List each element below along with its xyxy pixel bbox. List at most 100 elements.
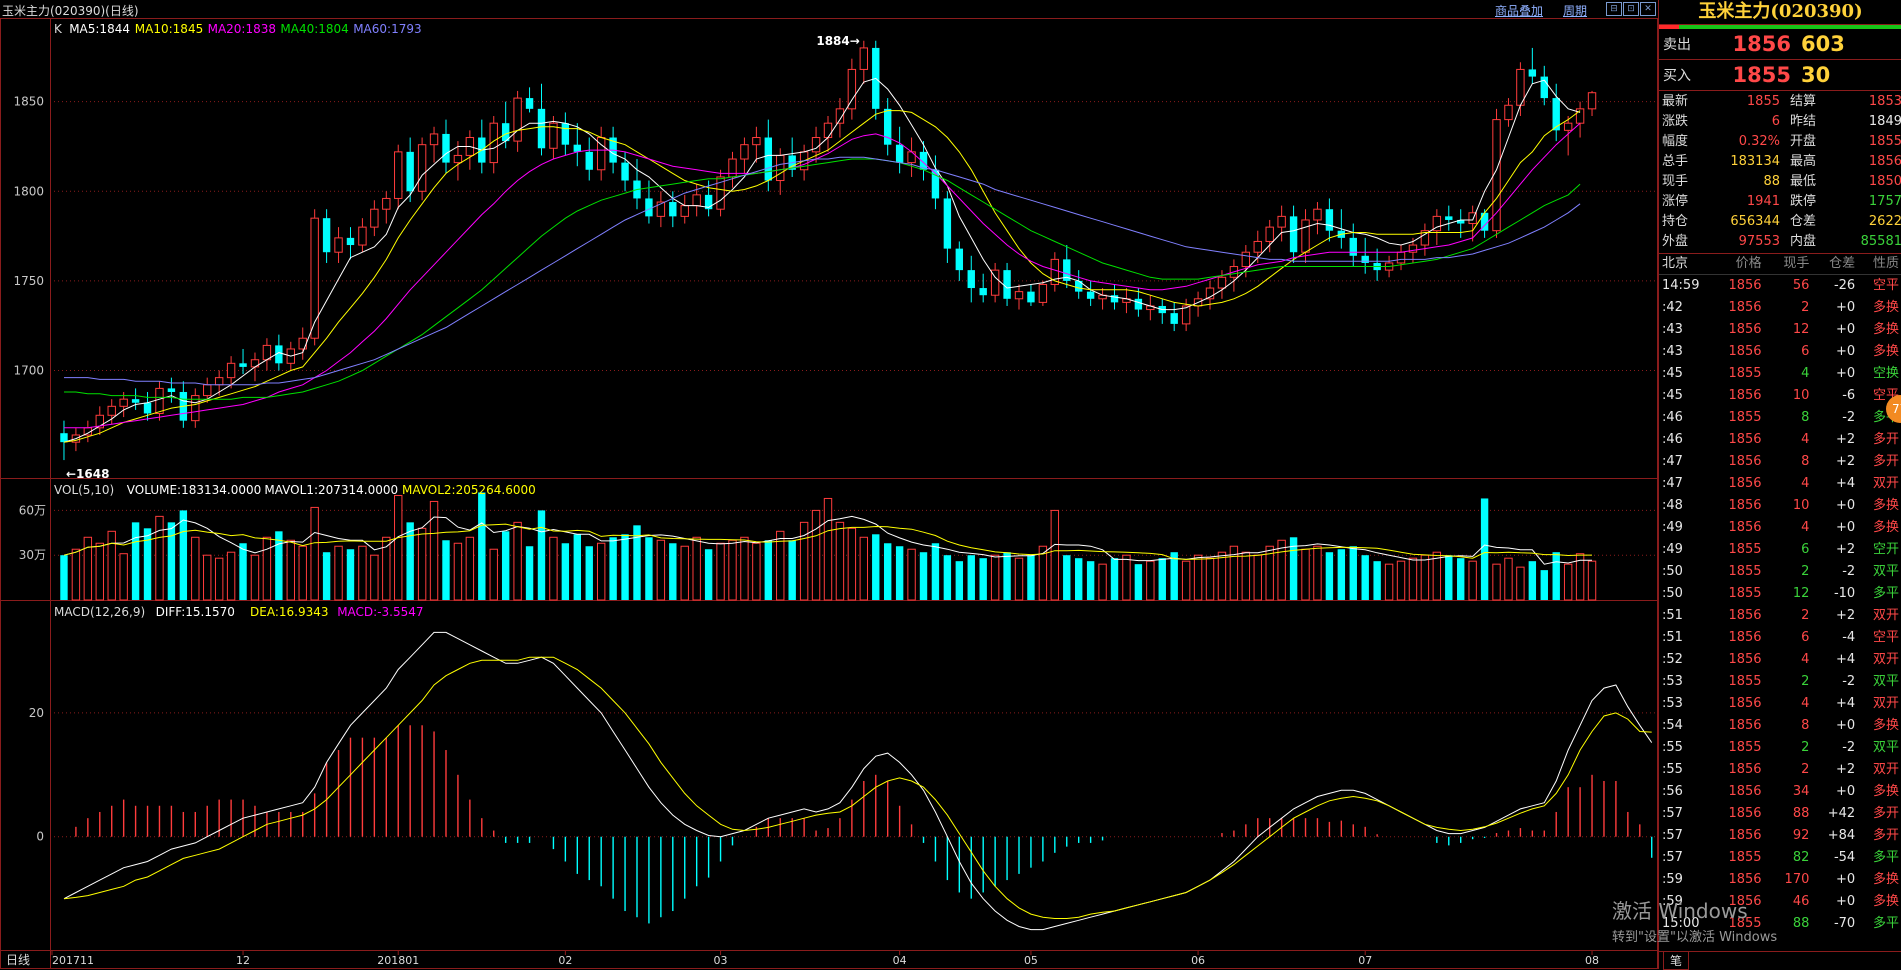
tick-cell: -6 xyxy=(1842,388,1856,403)
main-legend-item: MA5:1844 xyxy=(69,22,130,36)
tick-cell: 多换 xyxy=(1872,718,1899,733)
tick-row[interactable]: :51 1856 6 -4 空平 xyxy=(1659,627,1901,649)
restore-window-button[interactable]: ⊟ xyxy=(1606,2,1622,16)
tick-cell: :46 xyxy=(1662,432,1683,447)
quote-footer: 笔 xyxy=(1659,951,1901,970)
period-link[interactable]: 周期 xyxy=(1563,2,1587,19)
candle-body-down xyxy=(239,363,247,367)
overlay-commodity-link[interactable]: 商品叠加 xyxy=(1495,2,1543,19)
window-title: 玉米主力(020390)(日线) xyxy=(2,4,139,18)
tick-cell: 双平 xyxy=(1872,674,1899,689)
buy-row[interactable]: 买入 1855 30 xyxy=(1659,60,1901,91)
tick-cell: +42 xyxy=(1827,806,1856,821)
tick-row[interactable]: :53 1855 2 -2 双平 xyxy=(1659,671,1901,693)
stat-label: 外盘 xyxy=(1662,234,1689,249)
candle-body-down xyxy=(1027,291,1035,303)
tick-cell: :59 xyxy=(1662,872,1683,887)
stat-value: 1856 xyxy=(1868,154,1901,169)
ticks-tab[interactable]: 笔 xyxy=(1663,952,1690,970)
tick-row[interactable]: 15:00 1855 88 -70 多平 xyxy=(1659,913,1901,935)
volume-bar-up xyxy=(513,521,522,601)
tick-row[interactable]: :52 1856 4 +4 双开 xyxy=(1659,649,1901,671)
date-tick-label: 08 xyxy=(1585,954,1599,967)
volume-bar-up xyxy=(1420,554,1430,601)
tick-cell: :45 xyxy=(1662,388,1683,403)
volume-bar-down xyxy=(621,534,629,600)
tick-row[interactable]: :43 1856 6 +0 多换 xyxy=(1659,341,1901,363)
candle-body-up xyxy=(394,151,403,199)
tick-cell: 1856 xyxy=(1728,718,1762,733)
tick-row[interactable]: :49 1855 6 +2 空开 xyxy=(1659,539,1901,561)
candle-body-up xyxy=(155,387,164,414)
stat-row: 涨跌 6 昨结 1849 xyxy=(1659,112,1901,132)
tick-row[interactable]: :53 1856 4 +4 双开 xyxy=(1659,693,1901,715)
volume-legend-item: MAVOL1:207314.0000 xyxy=(264,483,398,497)
tick-row[interactable]: :55 1856 2 +2 双开 xyxy=(1659,759,1901,781)
tick-row[interactable]: :45 1856 10 -6 空平 xyxy=(1659,385,1901,407)
tick-row[interactable]: :50 1855 12 -10 多平 xyxy=(1659,583,1901,605)
candle-body-up xyxy=(811,137,821,153)
candle-body-down xyxy=(346,237,355,246)
tick-row[interactable]: :59 1856 46 +0 多换 xyxy=(1659,891,1901,913)
maximize-window-button[interactable]: ⊡ xyxy=(1623,2,1639,16)
main-legend-item: MA10:1845 xyxy=(135,22,203,36)
volume-bar-up xyxy=(334,545,343,601)
tick-row[interactable]: :45 1855 4 +0 空换 xyxy=(1659,363,1901,385)
stat-label: 最新 xyxy=(1662,94,1689,109)
candle-body-up xyxy=(1038,283,1048,303)
volume-bar-up xyxy=(907,548,916,601)
sell-row[interactable]: 卖出 1856 603 xyxy=(1659,29,1901,60)
tick-row[interactable]: :43 1856 12 +0 多换 xyxy=(1659,319,1901,341)
candle-body-down xyxy=(967,270,975,289)
volume-bar-up xyxy=(1468,560,1477,601)
tick-cell: 多换 xyxy=(1872,300,1899,315)
tick-row[interactable]: :46 1856 4 +2 多开 xyxy=(1659,429,1901,451)
stat-label: 最低 xyxy=(1790,174,1817,189)
tick-row[interactable]: 14:59 1856 56 -26 空平 xyxy=(1659,275,1901,297)
tick-cell: 1856 xyxy=(1728,454,1762,469)
tick-row[interactable]: :56 1856 34 +0 多换 xyxy=(1659,781,1901,803)
volume-bar-up xyxy=(298,545,307,601)
close-window-button[interactable]: ✕ xyxy=(1640,2,1656,16)
candle-body-up xyxy=(740,144,749,160)
quote-panel: 玉米主力(020390) 卖出 1856 603 买入 1855 30 最新 18… xyxy=(1658,0,1901,970)
tick-row[interactable]: :55 1855 2 -2 双平 xyxy=(1659,737,1901,759)
tick-row[interactable]: :48 1856 10 +0 多换 xyxy=(1659,495,1901,517)
tick-row[interactable]: :46 1855 8 -2 多平 xyxy=(1659,407,1901,429)
tick-cell: 4 xyxy=(1801,696,1810,711)
candle-body-down xyxy=(1361,255,1369,263)
stat-value: 2622 xyxy=(1868,214,1901,229)
tick-row[interactable]: :57 1856 88 +42 多开 xyxy=(1659,803,1901,825)
tick-cell: 多换 xyxy=(1872,322,1899,337)
tick-cell: 4 xyxy=(1801,366,1810,381)
volume-bar-up xyxy=(1277,539,1286,601)
volume-bar-up xyxy=(1193,554,1203,601)
tick-row[interactable]: :47 1856 4 +4 双开 xyxy=(1659,473,1901,495)
tick-row[interactable]: :51 1856 2 +2 双开 xyxy=(1659,605,1901,627)
tick-cell: 1856 xyxy=(1728,828,1762,843)
volume-bar-up xyxy=(811,509,821,601)
stat-row: 持仓 656344 仓差 2622 xyxy=(1659,212,1901,232)
tick-row[interactable]: :57 1855 82 -54 多平 xyxy=(1659,847,1901,869)
candle-body-down xyxy=(764,137,773,181)
volume-bar-down xyxy=(1349,546,1357,600)
tick-row[interactable]: :47 1856 8 +2 多开 xyxy=(1659,451,1901,473)
volume-bar-up xyxy=(752,542,761,601)
kline-chart[interactable]: 1850 1800 1750 1700 1884→ ←1648 K MA5:1844 MA10:… xyxy=(0,18,1658,969)
tick-row[interactable]: :50 1855 2 -2 双平 xyxy=(1659,561,1901,583)
tick-row[interactable]: :49 1856 4 +0 多换 xyxy=(1659,517,1901,539)
volume-legend-item: VOLUME:183134.0000 xyxy=(127,483,261,497)
tick-row[interactable]: :42 1856 2 +0 多换 xyxy=(1659,297,1901,319)
tick-row[interactable]: :59 1856 170 +0 多换 xyxy=(1659,869,1901,891)
tick-list[interactable]: 14:59 1856 56 -26 空平:42 1856 2 +0 多换:43 1856 12 +0 多… xyxy=(1659,275,1901,935)
tick-row[interactable]: :57 1856 92 +84 多开 xyxy=(1659,825,1901,847)
date-tick-label: 03 xyxy=(714,954,728,967)
tick-cell: :50 xyxy=(1662,564,1683,579)
macd-legend-item: DEA:16.9343 xyxy=(250,605,329,619)
volume-bar-up xyxy=(728,539,737,601)
candle-body-down xyxy=(167,388,176,392)
tick-cell: 1856 xyxy=(1728,520,1762,535)
tick-row[interactable]: :54 1856 8 +0 多换 xyxy=(1659,715,1901,737)
candle-body-up xyxy=(1504,104,1513,121)
tick-cell: 1855 xyxy=(1728,916,1762,931)
